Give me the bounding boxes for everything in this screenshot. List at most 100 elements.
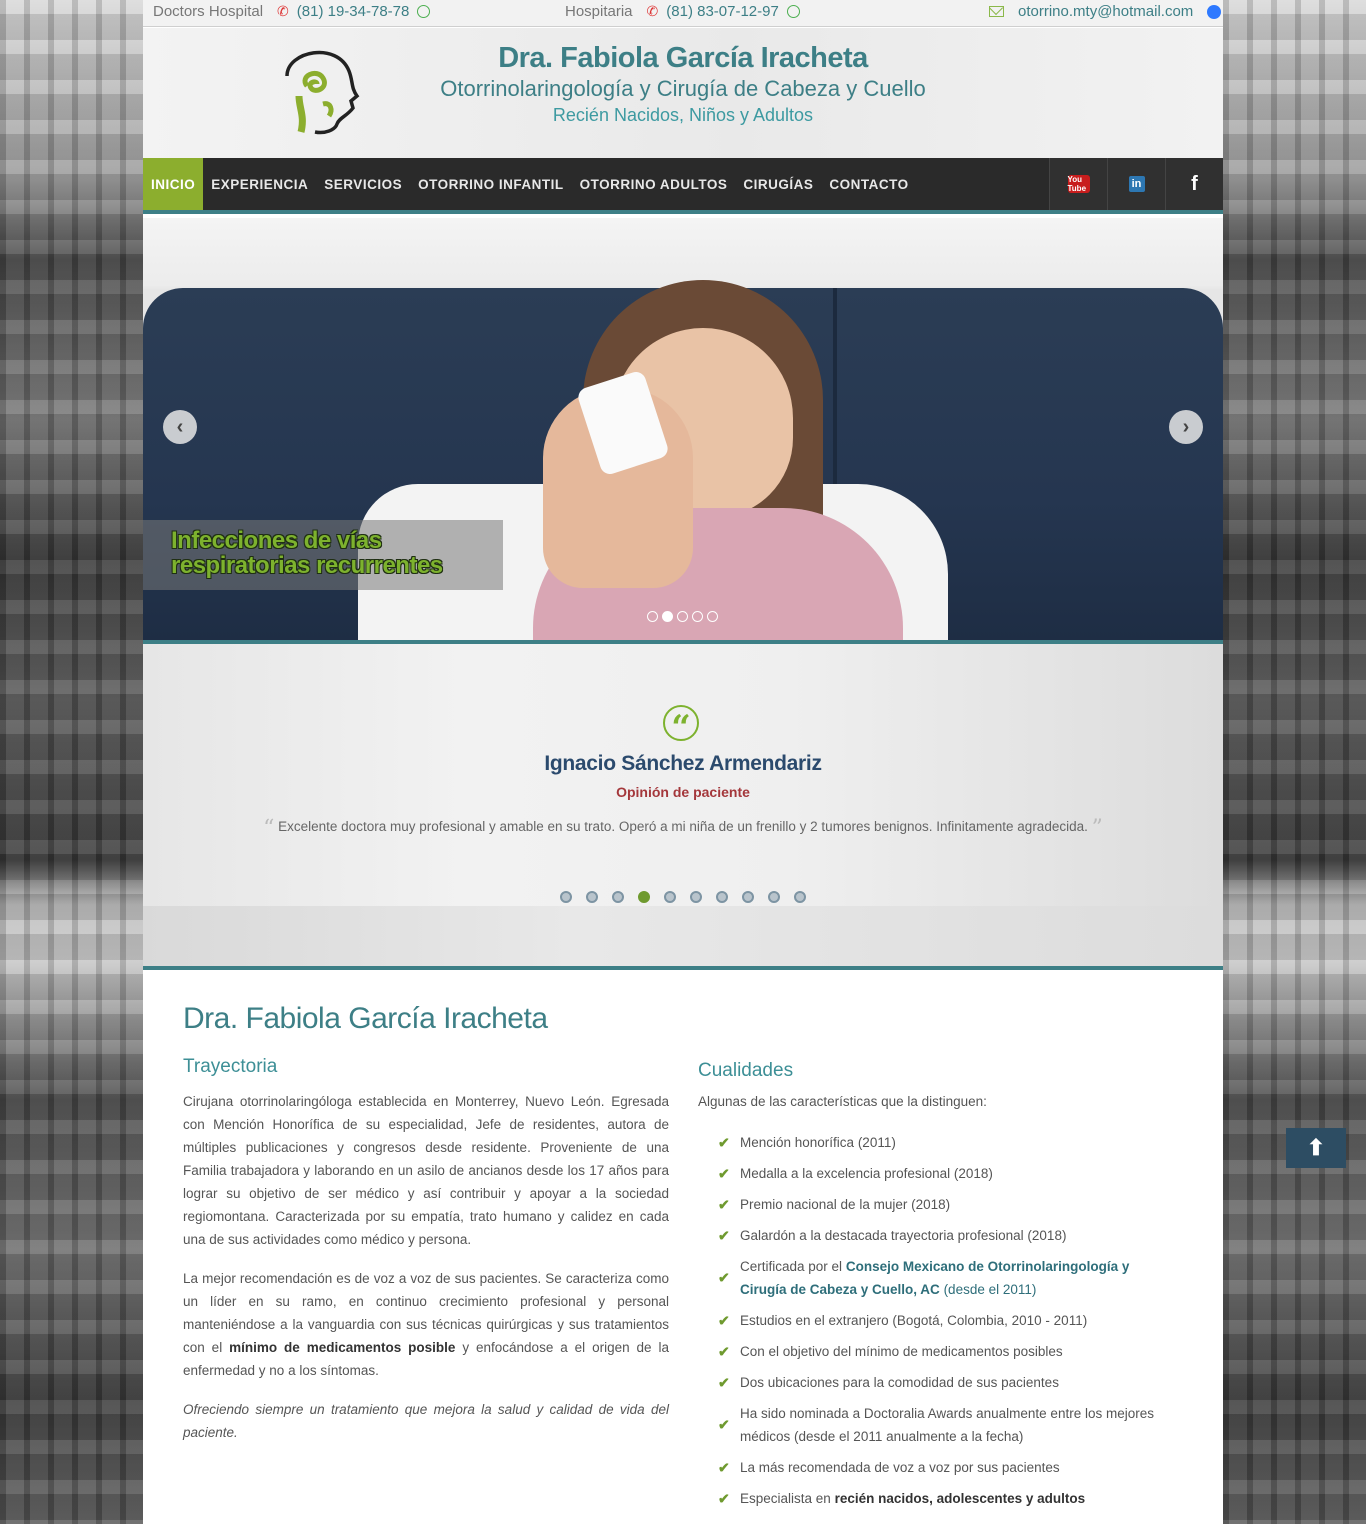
list-item: ✔ Con el objetivo del mínimo de medicamen… bbox=[698, 1340, 1158, 1363]
specialist-text-start: Especialista en bbox=[740, 1491, 831, 1506]
testimonial-dot[interactable] bbox=[560, 891, 572, 903]
testimonial-dot[interactable] bbox=[638, 891, 650, 903]
list-item: ✔ Dos ubicaciones para la comodidad de su… bbox=[698, 1371, 1158, 1394]
hospital-name: Doctors Hospital bbox=[153, 3, 264, 20]
phone-icon: ✆ bbox=[646, 3, 659, 19]
testimonial-dot[interactable] bbox=[794, 891, 806, 903]
about-section: Dra. Fabiola García Iracheta Trayectoria… bbox=[143, 974, 1223, 1524]
nav-item-contacto[interactable]: CONTACTO bbox=[821, 158, 916, 210]
list-item-text: Estudios en el extranjero (Bogotá, Colom… bbox=[740, 1313, 1088, 1328]
specialist-text-bold: recién nacidos, adolescentes y adultos bbox=[834, 1491, 1086, 1506]
testimonial-author: Ignacio Sánchez Armendariz bbox=[544, 752, 822, 775]
messenger-icon[interactable] bbox=[1207, 4, 1222, 19]
testimonial-role: Opinión de paciente bbox=[616, 784, 750, 800]
phone-number-link[interactable]: (81) 19-34-78-78 bbox=[297, 3, 410, 20]
contact-email: otorrino.mty@hotmail.com bbox=[989, 3, 1222, 20]
nav-item-otorrino-adultos[interactable]: OTORRINO ADULTOS bbox=[572, 158, 736, 210]
list-item-text: Ha sido nominada a Doctoralia Awards anu… bbox=[740, 1406, 1154, 1444]
list-item: ✔ Premio nacional de la mujer (2018) bbox=[698, 1193, 1158, 1216]
slider-dot[interactable] bbox=[647, 611, 658, 622]
cualidades-heading: Cualidades bbox=[698, 1060, 794, 1081]
check-icon: ✔ bbox=[718, 1374, 730, 1390]
check-icon: ✔ bbox=[718, 1227, 730, 1243]
cert-text-start: Certificada por el bbox=[740, 1259, 843, 1274]
testimonial-dot[interactable] bbox=[742, 891, 754, 903]
list-item: ✔ Ha sido nominada a Doctoralia Awards an… bbox=[698, 1402, 1158, 1448]
testimonial-dot[interactable] bbox=[690, 891, 702, 903]
scroll-to-top-button[interactable]: ⬆ bbox=[1286, 1128, 1346, 1168]
list-item: ✔ Mención honorífica (2011) bbox=[698, 1131, 1158, 1154]
close-quote-icon: ” bbox=[1091, 816, 1103, 841]
check-icon: ✔ bbox=[718, 1269, 730, 1286]
testimonial-text: “ Excelente doctora muy profesional y am… bbox=[143, 816, 1223, 841]
trayectoria-heading: Trayectoria bbox=[183, 1056, 278, 1077]
hero-slider: Infecciones de vías respiratorias recurr… bbox=[143, 218, 1223, 640]
check-icon: ✔ bbox=[718, 1312, 730, 1328]
check-icon: ✔ bbox=[718, 1134, 730, 1150]
check-icon: ✔ bbox=[718, 1416, 730, 1433]
list-item-text: Mención honorífica (2011) bbox=[740, 1135, 896, 1150]
phone-number-link[interactable]: (81) 83-07-12-97 bbox=[666, 3, 779, 20]
testimonial-dot[interactable] bbox=[768, 891, 780, 903]
envelope-icon bbox=[989, 6, 1004, 17]
nav-item-experiencia[interactable]: EXPERIENCIA bbox=[203, 158, 316, 210]
nav-item-cirugias[interactable]: CIRUGÍAS bbox=[735, 158, 821, 210]
trayectoria-paragraph-3: Ofreciendo siempre un tratamiento que me… bbox=[183, 1402, 669, 1440]
list-item: ✔ Estudios en el extranjero (Bogotá, Colo… bbox=[698, 1309, 1158, 1332]
testimonial-dot[interactable] bbox=[612, 891, 624, 903]
testimonial-dot[interactable] bbox=[664, 891, 676, 903]
list-item: ✔ Galardón a la destacada trayectoria pro… bbox=[698, 1224, 1158, 1247]
list-item-text: La más recomendada de voz a voz por sus … bbox=[740, 1460, 1060, 1475]
trayectoria-column: Trayectoria Cirujana otorrinolaringóloga… bbox=[183, 1056, 669, 1460]
phone-icon: ✆ bbox=[277, 3, 289, 19]
whatsapp-icon[interactable] bbox=[786, 5, 800, 18]
slider-dot[interactable] bbox=[692, 611, 703, 622]
list-item-specialist: ✔ Especialista en recién nacidos, adolesc… bbox=[698, 1487, 1158, 1510]
testimonial-section: “ Ignacio Sánchez Armendariz Opinión de … bbox=[143, 644, 1223, 906]
check-icon: ✔ bbox=[718, 1165, 730, 1181]
youtube-link[interactable]: You Tube bbox=[1049, 158, 1107, 210]
cualidades-list: ✔ Mención honorífica (2011) ✔ Medalla a la… bbox=[698, 1131, 1158, 1510]
testimonial-dot[interactable] bbox=[586, 891, 598, 903]
whatsapp-icon[interactable] bbox=[417, 5, 431, 18]
about-title: Dra. Fabiola García Iracheta bbox=[183, 1002, 548, 1035]
background-left bbox=[0, 0, 143, 1524]
cert-text-end: (desde el 2011) bbox=[943, 1282, 1037, 1297]
linkedin-link[interactable]: in bbox=[1107, 158, 1165, 210]
specialty-subtitle: Otorrinolaringología y Cirugía de Cabeza… bbox=[440, 76, 926, 101]
nav-item-otorrino-infantil[interactable]: OTORRINO INFANTIL bbox=[410, 158, 572, 210]
open-quote-icon: “ bbox=[263, 816, 275, 841]
list-item-certification: ✔ Certificada por el Consejo Mexicano de … bbox=[698, 1255, 1158, 1301]
list-item-text: Galardón a la destacada trayectoria prof… bbox=[740, 1228, 1067, 1243]
facebook-link[interactable]: f bbox=[1165, 158, 1223, 210]
nav-item-inicio[interactable]: INICIO bbox=[143, 158, 204, 210]
check-icon: ✔ bbox=[718, 1196, 730, 1212]
chevron-right-icon: › bbox=[1182, 415, 1190, 438]
slider-dot[interactable] bbox=[662, 611, 673, 622]
check-icon: ✔ bbox=[718, 1459, 730, 1475]
slider-dot[interactable] bbox=[707, 611, 718, 622]
email-link[interactable]: otorrino.mty@hotmail.com bbox=[1018, 3, 1193, 20]
slide-image-detail bbox=[833, 288, 837, 488]
paragraph-2-bold: mínimo de medicamentos posible bbox=[229, 1340, 456, 1355]
site-header: Dra. Fabiola García Iracheta Otorrinolar… bbox=[143, 28, 1223, 158]
slider-dot[interactable] bbox=[677, 611, 688, 622]
nav-item-servicios[interactable]: SERVICIOS bbox=[316, 158, 410, 210]
arrow-up-icon: ⬆ bbox=[1306, 1135, 1326, 1160]
testimonial-dot[interactable] bbox=[716, 891, 728, 903]
check-icon: ✔ bbox=[718, 1343, 730, 1359]
main-nav: INICIO EXPERIENCIA SERVICIOS OTORRINO IN… bbox=[143, 158, 1223, 214]
list-item-text: Con el objetivo del mínimo de medicament… bbox=[740, 1344, 1063, 1359]
facebook-icon: f bbox=[1191, 172, 1198, 195]
list-item-text: Dos ubicaciones para la comodidad de sus… bbox=[740, 1375, 1059, 1390]
slide-caption: Infecciones de vías respiratorias recurr… bbox=[143, 520, 503, 590]
slider-prev-button[interactable]: ‹ bbox=[163, 410, 197, 444]
trayectoria-paragraph-1: Cirujana otorrinolaringóloga establecida… bbox=[183, 1094, 669, 1247]
slider-dots bbox=[647, 611, 718, 622]
youtube-icon: You Tube bbox=[1067, 175, 1090, 193]
linkedin-icon: in bbox=[1128, 176, 1145, 192]
list-item-text: Premio nacional de la mujer (2018) bbox=[740, 1197, 951, 1212]
page-container: Dra. Fabiola García Iracheta Otorrinolar… bbox=[143, 0, 1223, 1524]
slider-next-button[interactable]: › bbox=[1169, 410, 1203, 444]
doctor-name-title: Dra. Fabiola García Iracheta bbox=[498, 42, 868, 74]
